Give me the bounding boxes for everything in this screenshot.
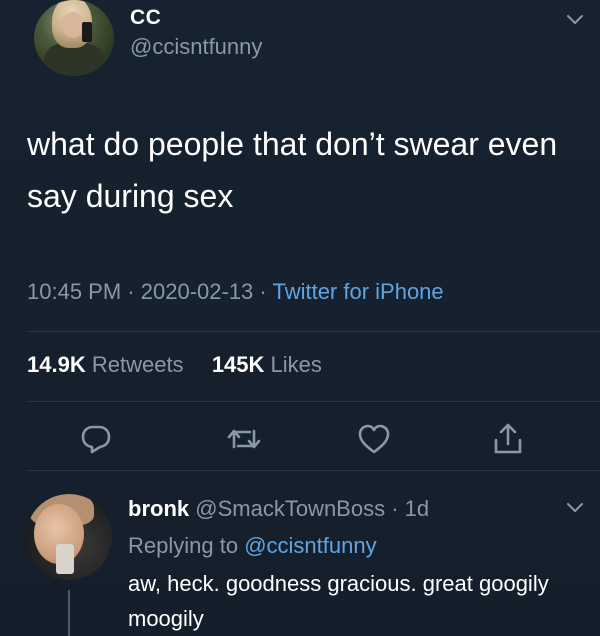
replying-label: Replying to	[128, 533, 239, 558]
reply-menu-chevron-icon[interactable]	[564, 496, 586, 518]
tweet-menu-chevron-icon[interactable]	[564, 8, 586, 30]
tweet-text: what do people that don’t swear even say…	[27, 126, 567, 214]
meta-separator: ·	[259, 279, 267, 304]
tweet-stats: 14.9K Retweets 145K Likes	[27, 352, 322, 378]
retweets-count[interactable]: 14.9K	[27, 352, 86, 377]
reply-text: aw, heck. goodness gracious. great googi…	[128, 571, 549, 631]
retweets-label[interactable]: Retweets	[92, 352, 184, 377]
tweet-time: 10:45 PM	[27, 279, 122, 304]
reply-age: 1d	[404, 496, 430, 521]
tweet-source-link[interactable]: Twitter for iPhone	[272, 279, 443, 304]
reply-icon[interactable]	[78, 421, 114, 457]
replying-mention-link[interactable]: @ccisntfunny	[244, 533, 376, 558]
meta-separator: ·	[127, 279, 135, 304]
replying-to: Replying to @ccisntfunny	[128, 533, 377, 559]
author-avatar[interactable]	[34, 0, 114, 76]
author-handle[interactable]: @ccisntfunny	[130, 34, 262, 60]
share-icon[interactable]	[490, 421, 526, 457]
tweet-date: 2020-02-13	[140, 279, 254, 304]
author-display-name[interactable]: CC	[130, 6, 161, 30]
divider	[27, 331, 600, 332]
divider	[27, 401, 600, 402]
tweet-meta: 10:45 PM · 2020-02-13 · Twitter for iPho…	[27, 279, 444, 305]
thread-line	[68, 590, 70, 636]
reply-author-avatar[interactable]	[26, 494, 112, 580]
tweet-detail-view: CC @ccisntfunny what do people that don’…	[0, 0, 600, 636]
divider	[27, 470, 600, 471]
likes-label[interactable]: Likes	[271, 352, 322, 377]
meta-separator: ·	[391, 496, 399, 521]
reply-author-name[interactable]: bronk	[128, 496, 189, 521]
heart-icon[interactable]	[356, 421, 392, 457]
retweet-icon[interactable]	[226, 421, 262, 457]
reply-header: bronk @SmackTownBoss · 1d	[128, 496, 429, 522]
reply-author-handle[interactable]: @SmackTownBoss	[195, 496, 385, 521]
likes-count[interactable]: 145K	[212, 352, 265, 377]
